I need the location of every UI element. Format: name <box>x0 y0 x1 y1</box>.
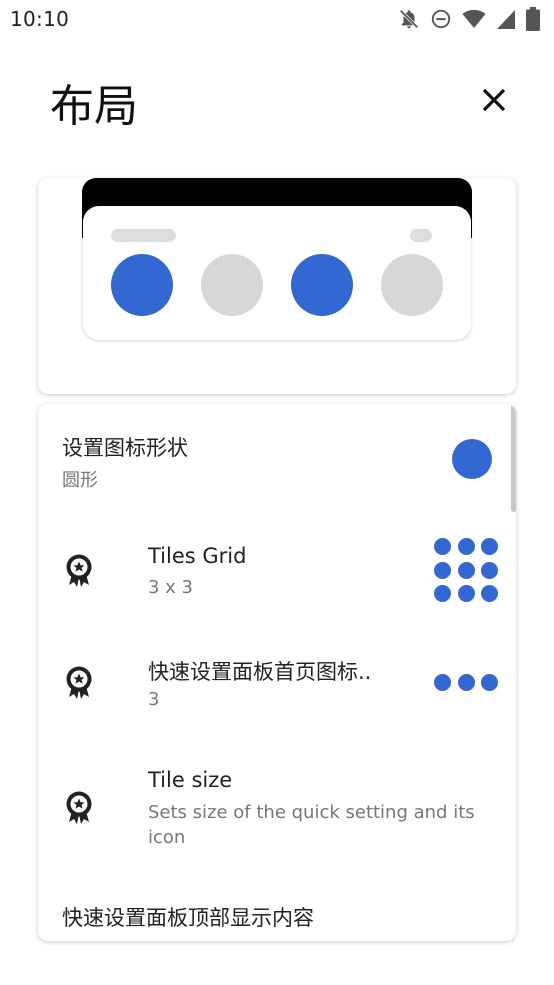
tile-size-title: Tile size <box>148 768 233 792</box>
award-badge-icon <box>66 666 92 699</box>
grid-dot <box>457 561 475 579</box>
preview-header-indicator <box>410 229 432 242</box>
status-bar: 10:10 <box>0 0 554 40</box>
preview-tile-off <box>381 254 443 316</box>
count-dot <box>481 674 498 691</box>
icon-shape-preview <box>452 439 492 479</box>
do-not-disturb-icon <box>431 9 451 29</box>
page-title: 布局 <box>50 81 138 132</box>
icon-shape-title: 设置图标形状 <box>62 436 188 460</box>
battery-icon <box>526 7 540 31</box>
status-time: 10:10 <box>10 7 70 31</box>
wifi-icon <box>462 9 486 28</box>
setting-tile-size[interactable]: Tile size Sets size of the quick setting… <box>38 756 516 866</box>
grid-dot <box>481 538 498 555</box>
preview-tile-on <box>291 254 353 316</box>
status-icons <box>398 7 540 31</box>
grid-dot <box>481 561 498 579</box>
qs-home-icons-value: 3 <box>148 689 160 710</box>
count-dot <box>457 674 475 691</box>
tile-size-description: Sets size of the quick setting and its i… <box>148 802 475 848</box>
tiles-grid-title: Tiles Grid <box>148 544 247 568</box>
setting-qs-top-content[interactable]: 快速设置面板顶部显示内容 <box>38 890 516 940</box>
award-badge-icon <box>66 554 92 587</box>
count-dot <box>434 674 451 691</box>
award-badge-icon <box>66 791 92 824</box>
grid-dot <box>457 538 475 555</box>
icon-shape-value: 圆形 <box>62 470 98 491</box>
grid-dot <box>481 585 498 602</box>
layout-preview-card <box>38 178 516 394</box>
preview-tile-on <box>111 254 173 316</box>
settings-list[interactable]: 设置图标形状 圆形 Tiles Grid 3 x 3 快速设置面板首页图标.. … <box>38 404 516 941</box>
preview-quick-settings-panel <box>83 206 471 340</box>
qs-home-icons-title: 快速设置面板首页图标.. <box>148 660 372 684</box>
tiles-grid-value: 3 x 3 <box>148 577 193 598</box>
grid-dot <box>434 585 451 602</box>
preview-header-placeholder <box>111 229 176 242</box>
close-icon <box>482 88 506 112</box>
close-button[interactable] <box>474 80 514 120</box>
grid-dot <box>434 561 451 579</box>
cell-signal-icon <box>497 10 515 29</box>
setting-tiles-grid[interactable]: Tiles Grid 3 x 3 <box>38 532 516 612</box>
grid-dot <box>457 585 475 602</box>
preview-tile-off <box>201 254 263 316</box>
setting-icon-shape[interactable]: 设置图标形状 圆形 <box>38 424 516 514</box>
grid-dot <box>434 538 451 555</box>
notifications-off-icon <box>399 9 419 29</box>
setting-qs-home-icons[interactable]: 快速设置面板首页图标.. 3 <box>38 644 516 724</box>
qs-top-content-title: 快速设置面板顶部显示内容 <box>62 906 314 930</box>
